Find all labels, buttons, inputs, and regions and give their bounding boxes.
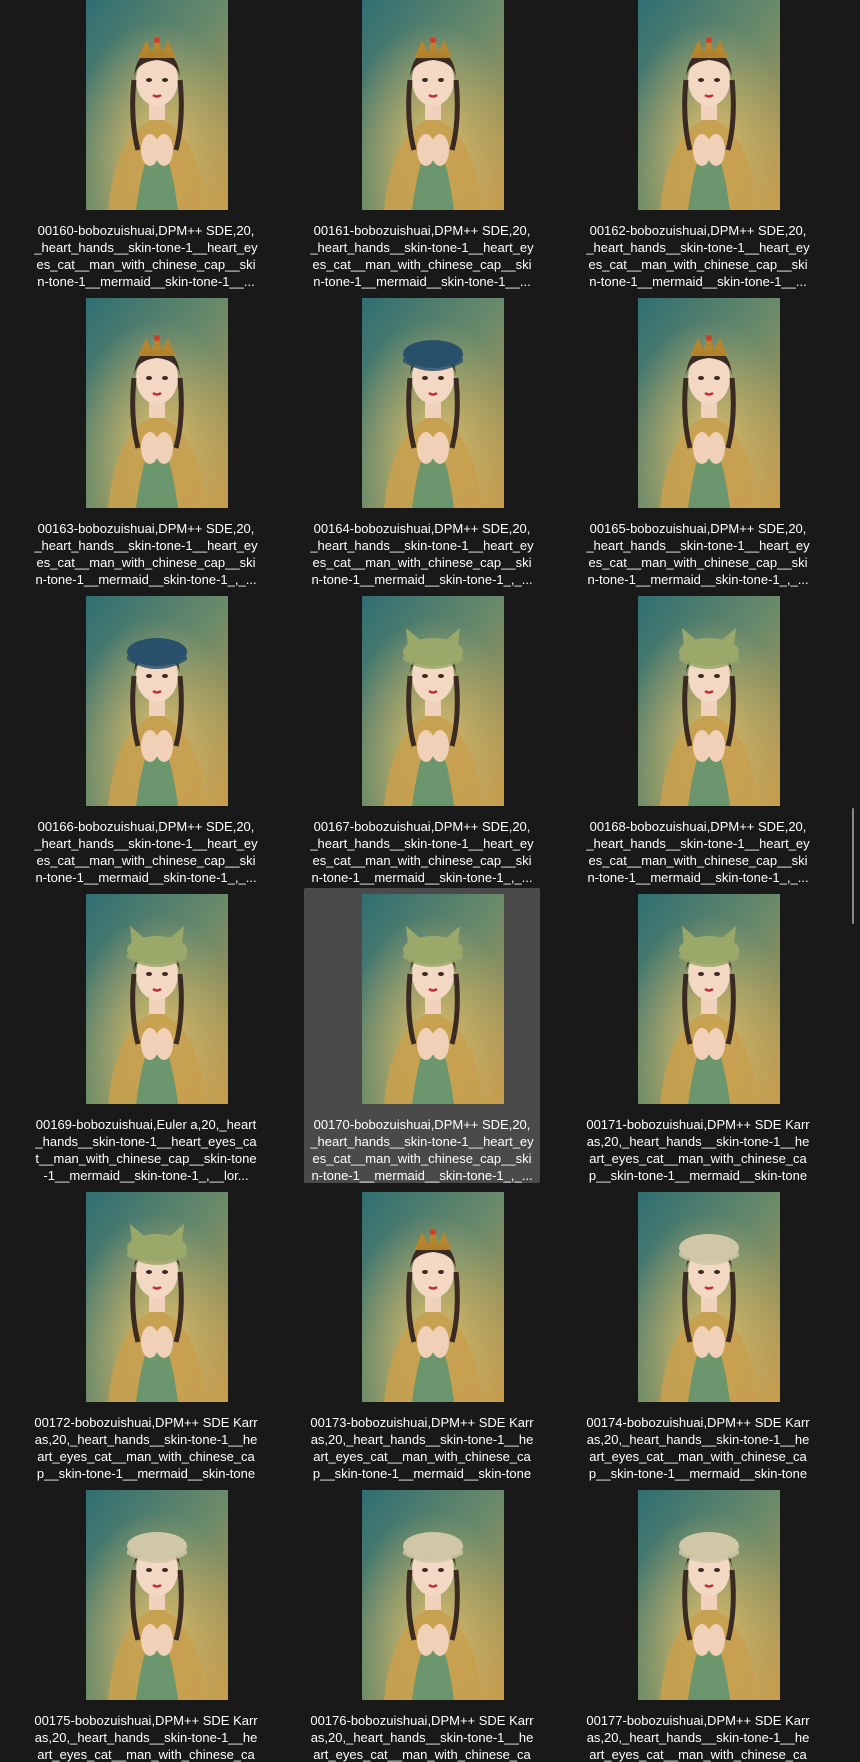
file-name-label[interactable]: 00161-bobozuishuai,DPM++ SDE,20,_heart_h… xyxy=(310,222,534,290)
file-thumbnail[interactable] xyxy=(362,894,504,1104)
file-thumbnail[interactable] xyxy=(86,596,228,806)
file-tile[interactable]: 00164-bobozuishuai,DPM++ SDE,20,_heart_h… xyxy=(304,292,540,587)
file-name-label[interactable]: 00165-bobozuishuai,DPM++ SDE,20,_heart_h… xyxy=(586,520,810,588)
file-name-label[interactable]: 00170-bobozuishuai,DPM++ SDE,20,_heart_h… xyxy=(310,1116,534,1184)
file-tile[interactable]: 00167-bobozuishuai,DPM++ SDE,20,_heart_h… xyxy=(304,590,540,885)
file-tile[interactable]: 00170-bobozuishuai,DPM++ SDE,20,_heart_h… xyxy=(304,888,540,1183)
file-tile[interactable]: 00160-bobozuishuai,DPM++ SDE,20,_heart_h… xyxy=(28,0,264,289)
file-name-label[interactable]: 00175-bobozuishuai,DPM++ SDE Karras,20,_… xyxy=(34,1712,258,1762)
file-thumbnail[interactable] xyxy=(86,1490,228,1700)
file-thumbnail[interactable] xyxy=(638,596,780,806)
file-thumbnail[interactable] xyxy=(362,1490,504,1700)
file-grid: 00160-bobozuishuai,DPM++ SDE,20,_heart_h… xyxy=(0,0,860,1762)
file-name-label[interactable]: 00166-bobozuishuai,DPM++ SDE,20,_heart_h… xyxy=(34,818,258,886)
file-tile[interactable]: 00165-bobozuishuai,DPM++ SDE,20,_heart_h… xyxy=(580,292,816,587)
file-thumbnail[interactable] xyxy=(86,0,228,210)
file-tile[interactable]: 00169-bobozuishuai,Euler a,20,_heart_han… xyxy=(28,888,264,1183)
file-name-label[interactable]: 00162-bobozuishuai,DPM++ SDE,20,_heart_h… xyxy=(586,222,810,290)
file-name-label[interactable]: 00167-bobozuishuai,DPM++ SDE,20,_heart_h… xyxy=(310,818,534,886)
file-tile[interactable]: 00168-bobozuishuai,DPM++ SDE,20,_heart_h… xyxy=(580,590,816,885)
file-tile[interactable]: 00175-bobozuishuai,DPM++ SDE Karras,20,_… xyxy=(28,1484,264,1762)
file-thumbnail[interactable] xyxy=(362,0,504,210)
file-thumbnail[interactable] xyxy=(638,0,780,210)
file-name-label[interactable]: 00163-bobozuishuai,DPM++ SDE,20,_heart_h… xyxy=(34,520,258,588)
file-tile[interactable]: 00173-bobozuishuai,DPM++ SDE Karras,20,_… xyxy=(304,1186,540,1498)
file-tile[interactable]: 00171-bobozuishuai,DPM++ SDE Karras,20,_… xyxy=(580,888,816,1200)
file-name-label[interactable]: 00168-bobozuishuai,DPM++ SDE,20,_heart_h… xyxy=(586,818,810,886)
file-thumbnail[interactable] xyxy=(86,1192,228,1402)
file-thumbnail[interactable] xyxy=(638,1192,780,1402)
file-tile[interactable]: 00162-bobozuishuai,DPM++ SDE,20,_heart_h… xyxy=(580,0,816,289)
file-thumbnail[interactable] xyxy=(638,298,780,508)
file-tile[interactable]: 00166-bobozuishuai,DPM++ SDE,20,_heart_h… xyxy=(28,590,264,885)
file-name-label[interactable]: 00176-bobozuishuai,DPM++ SDE Karras,20,_… xyxy=(310,1712,534,1762)
file-tile[interactable]: 00176-bobozuishuai,DPM++ SDE Karras,20,_… xyxy=(304,1484,540,1762)
file-name-label[interactable]: 00177-bobozuishuai,DPM++ SDE Karras,20,_… xyxy=(586,1712,810,1762)
file-thumbnail[interactable] xyxy=(362,596,504,806)
file-name-label[interactable]: 00169-bobozuishuai,Euler a,20,_heart_han… xyxy=(34,1116,258,1184)
file-tile[interactable]: 00161-bobozuishuai,DPM++ SDE,20,_heart_h… xyxy=(304,0,540,289)
file-name-label[interactable]: 00164-bobozuishuai,DPM++ SDE,20,_heart_h… xyxy=(310,520,534,588)
file-tile[interactable]: 00163-bobozuishuai,DPM++ SDE,20,_heart_h… xyxy=(28,292,264,587)
file-thumbnail[interactable] xyxy=(638,894,780,1104)
file-thumbnail[interactable] xyxy=(362,1192,504,1402)
file-thumbnail[interactable] xyxy=(638,1490,780,1700)
vertical-scrollbar[interactable] xyxy=(852,808,854,924)
file-thumbnail[interactable] xyxy=(86,894,228,1104)
file-tile[interactable]: 00172-bobozuishuai,DPM++ SDE Karras,20,_… xyxy=(28,1186,264,1498)
file-tile[interactable]: 00177-bobozuishuai,DPM++ SDE Karras,20,_… xyxy=(580,1484,816,1762)
file-name-label[interactable]: 00160-bobozuishuai,DPM++ SDE,20,_heart_h… xyxy=(34,222,258,290)
file-thumbnail[interactable] xyxy=(86,298,228,508)
file-tile[interactable]: 00174-bobozuishuai,DPM++ SDE Karras,20,_… xyxy=(580,1186,816,1498)
file-thumbnail[interactable] xyxy=(362,298,504,508)
